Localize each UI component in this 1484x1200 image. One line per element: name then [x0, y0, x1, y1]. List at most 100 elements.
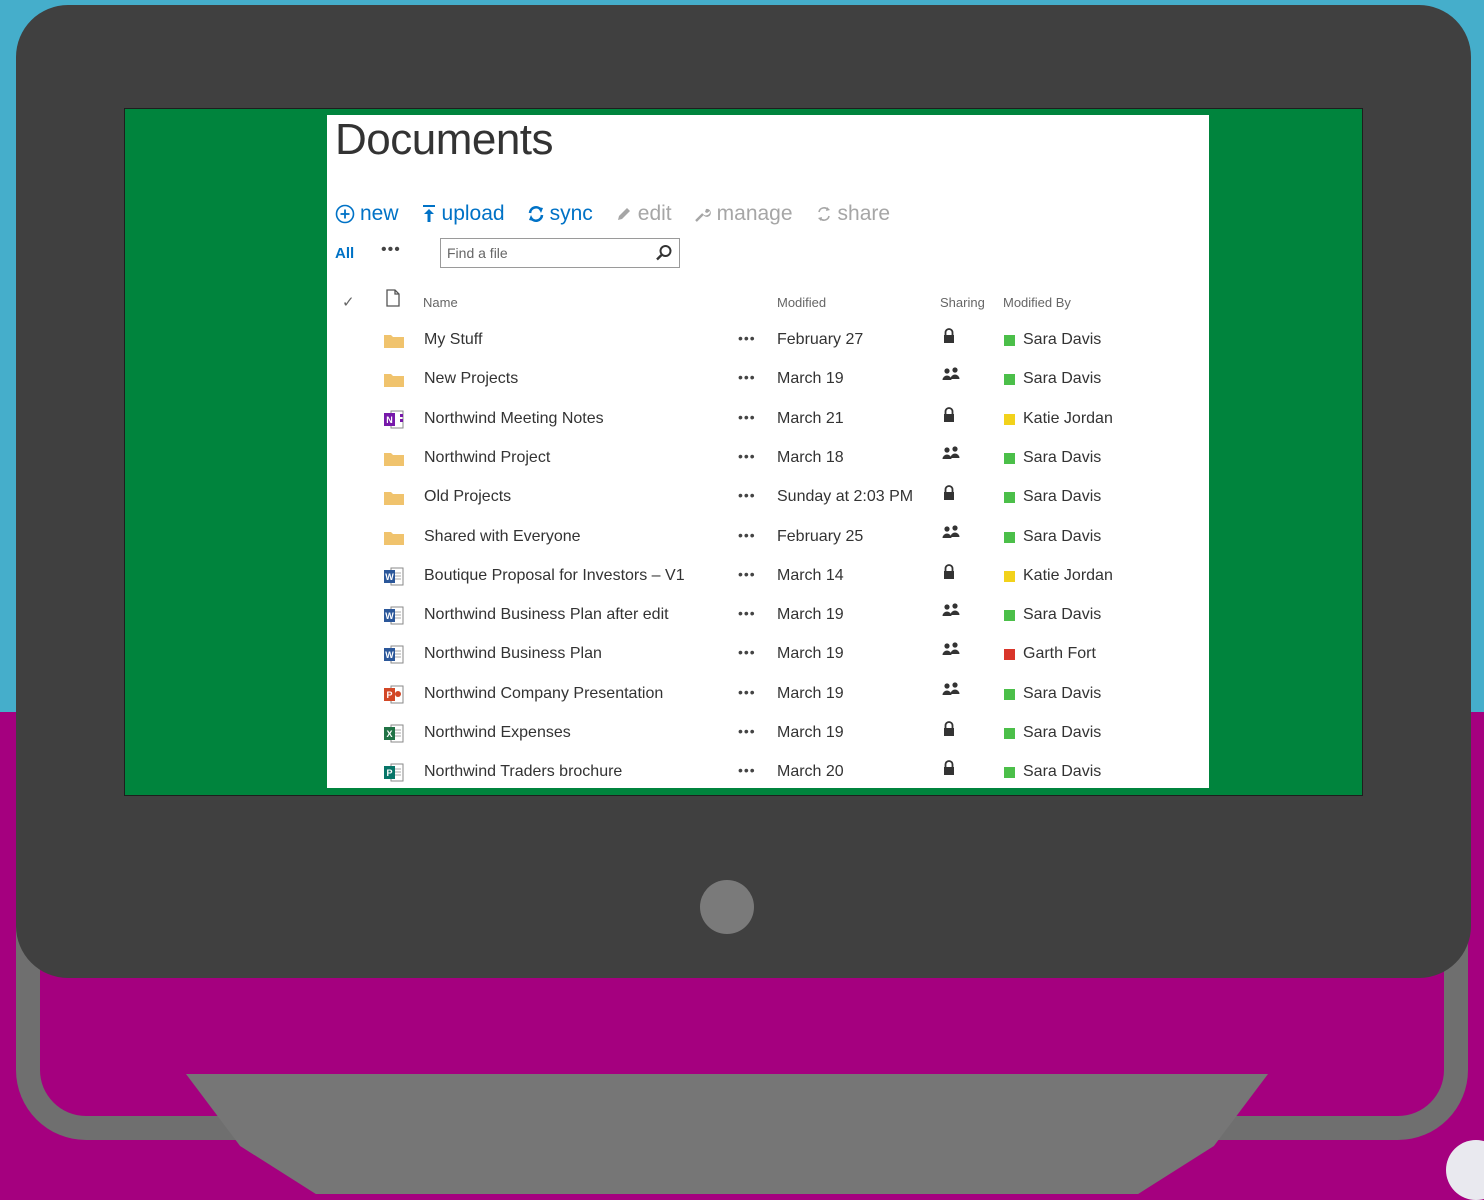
power-button[interactable]: [700, 880, 754, 934]
file-name-link[interactable]: Boutique Proposal for Investors – V1: [424, 567, 685, 585]
file-name-link[interactable]: My Stuff: [424, 331, 482, 349]
presence-status-indicator: [1004, 452, 1015, 464]
folder-icon: [383, 526, 405, 548]
row-menu-button[interactable]: •••: [738, 448, 756, 464]
modified-date: March 19: [777, 606, 844, 624]
row-menu-button[interactable]: •••: [738, 605, 756, 621]
monitor-stand-base: [186, 1074, 1268, 1194]
modified-date: March 18: [777, 448, 844, 466]
share-button[interactable]: share: [815, 202, 891, 226]
table-row[interactable]: New Projects ••• March 19 Sara Davis: [327, 360, 1209, 399]
column-header-modified[interactable]: Modified: [777, 295, 826, 310]
row-menu-button[interactable]: •••: [738, 723, 756, 739]
file-name-link[interactable]: Northwind Meeting Notes: [424, 410, 604, 428]
command-toolbar: new upload sync edit manage share: [335, 201, 912, 227]
modified-by-name[interactable]: Sara Davis: [1023, 724, 1101, 742]
presence-status-indicator: [1004, 570, 1015, 582]
row-menu-button[interactable]: •••: [738, 762, 756, 778]
row-menu-button[interactable]: •••: [738, 644, 756, 660]
more-views-button[interactable]: •••: [381, 241, 401, 259]
filter-bar: All •••: [335, 238, 755, 268]
file-name-link[interactable]: Northwind Business Plan: [424, 645, 602, 663]
file-name-link[interactable]: Northwind Expenses: [424, 724, 571, 742]
shared-people-icon[interactable]: [941, 524, 961, 547]
lock-icon[interactable]: [941, 759, 957, 782]
lock-icon[interactable]: [941, 327, 957, 350]
sync-button[interactable]: sync: [527, 202, 593, 226]
modified-by-name[interactable]: Sara Davis: [1023, 763, 1101, 781]
select-all-checkmark[interactable]: ✓: [342, 293, 355, 311]
file-name-link[interactable]: Northwind Project: [424, 449, 550, 467]
publisher-file-icon: P: [383, 761, 405, 783]
modified-date: March 19: [777, 684, 844, 702]
upload-button[interactable]: upload: [421, 202, 505, 226]
modified-by-name[interactable]: Sara Davis: [1023, 331, 1101, 349]
table-row[interactable]: My Stuff ••• February 27 Sara Davis: [327, 321, 1209, 360]
row-menu-button[interactable]: •••: [738, 369, 756, 385]
table-row[interactable]: Old Projects ••• Sunday at 2:03 PM Sara Dav…: [327, 478, 1209, 517]
file-name-link[interactable]: New Projects: [424, 370, 518, 388]
svg-text:W: W: [385, 611, 394, 621]
presence-status-indicator: [1004, 492, 1015, 504]
modified-by-name[interactable]: Sara Davis: [1023, 488, 1101, 506]
modified-by-name[interactable]: Sara Davis: [1023, 370, 1101, 388]
table-row[interactable]: Northwind Project ••• March 18 Sara Davis: [327, 439, 1209, 478]
new-button[interactable]: new: [335, 202, 399, 226]
lock-icon[interactable]: [941, 720, 957, 743]
search-input[interactable]: [447, 244, 647, 262]
row-menu-button[interactable]: •••: [738, 527, 756, 543]
search-box[interactable]: [440, 238, 680, 268]
file-name-link[interactable]: Northwind Business Plan after edit: [424, 606, 669, 624]
row-menu-button[interactable]: •••: [738, 330, 756, 346]
modified-by-name[interactable]: Sara Davis: [1023, 449, 1101, 467]
table-row[interactable]: W Boutique Proposal for Investors – V1 •••…: [327, 557, 1209, 596]
shared-people-icon[interactable]: [941, 366, 961, 389]
new-button-label: new: [360, 202, 399, 225]
file-name-link[interactable]: Shared with Everyone: [424, 528, 581, 546]
modified-date: March 19: [777, 370, 844, 388]
row-menu-button[interactable]: •••: [738, 566, 756, 582]
column-header-name[interactable]: Name: [423, 295, 458, 310]
row-menu-button[interactable]: •••: [738, 409, 756, 425]
modified-by-name[interactable]: Sara Davis: [1023, 685, 1101, 703]
table-row[interactable]: N Northwind Meeting Notes ••• March 21 Katie…: [327, 400, 1209, 439]
manage-button[interactable]: manage: [694, 202, 793, 226]
file-name-link[interactable]: Old Projects: [424, 488, 511, 506]
shared-people-icon[interactable]: [941, 681, 961, 704]
search-icon[interactable]: [655, 244, 673, 267]
presence-status-indicator: [1004, 649, 1015, 661]
file-name-link[interactable]: Northwind Traders brochure: [424, 763, 622, 781]
lock-icon[interactable]: [941, 406, 957, 429]
presence-status-indicator: [1004, 531, 1015, 543]
modified-by-name[interactable]: Katie Jordan: [1023, 410, 1113, 428]
table-row[interactable]: W Northwind Business Plan ••• March 19 Garth…: [327, 635, 1209, 674]
table-row[interactable]: P Northwind Traders brochure ••• March 20 Sa…: [327, 753, 1209, 788]
svg-text:W: W: [385, 572, 394, 582]
word-file-icon: W: [383, 565, 405, 587]
row-menu-button[interactable]: •••: [738, 684, 756, 700]
row-menu-button[interactable]: •••: [738, 487, 756, 503]
lock-icon[interactable]: [941, 563, 957, 586]
file-name-link[interactable]: Northwind Company Presentation: [424, 685, 663, 703]
table-row[interactable]: W Northwind Business Plan after edit ••• Ma…: [327, 596, 1209, 635]
shared-people-icon[interactable]: [941, 445, 961, 468]
powerpoint-file-icon: P: [383, 683, 405, 705]
table-row[interactable]: X Northwind Expenses ••• March 19 Sara Davis: [327, 714, 1209, 753]
modified-by-name[interactable]: Sara Davis: [1023, 606, 1101, 624]
shared-people-icon[interactable]: [941, 641, 961, 664]
modified-by-name[interactable]: Katie Jordan: [1023, 567, 1113, 585]
lock-icon[interactable]: [941, 484, 957, 507]
view-all-link[interactable]: All: [335, 245, 354, 262]
column-header-sharing[interactable]: Sharing: [940, 295, 985, 310]
share-button-label: share: [837, 202, 891, 225]
column-header-modified-by[interactable]: Modified By: [1003, 295, 1071, 310]
modified-by-name[interactable]: Sara Davis: [1023, 528, 1101, 546]
edit-button[interactable]: edit: [615, 202, 672, 226]
table-row[interactable]: P Northwind Company Presentation ••• March …: [327, 675, 1209, 714]
shared-people-icon[interactable]: [941, 602, 961, 625]
presence-status-indicator: [1004, 374, 1015, 386]
modified-by-name[interactable]: Garth Fort: [1023, 645, 1096, 663]
file-type-header-icon: [385, 289, 401, 312]
table-row[interactable]: Shared with Everyone ••• February 25 Sara D…: [327, 518, 1209, 557]
word-file-icon: W: [383, 643, 405, 665]
